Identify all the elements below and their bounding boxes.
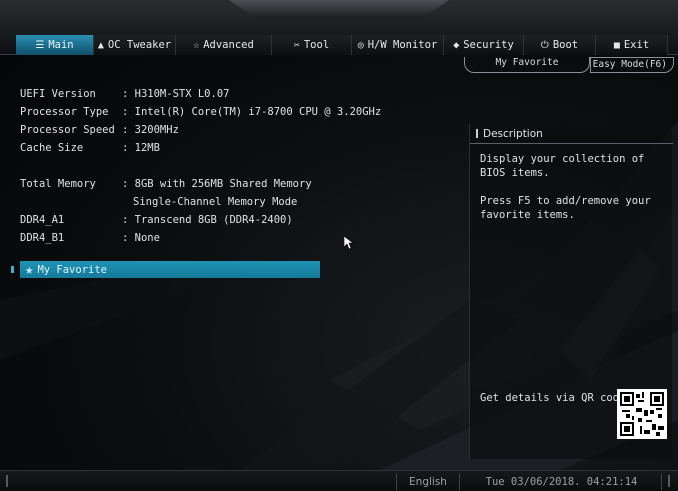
tab-hw-monitor[interactable]: ◎ H/W Monitor — [352, 35, 444, 55]
tab-boot-label: Boot — [552, 39, 579, 51]
power-icon: ⏻ — [540, 39, 549, 51]
tab-security[interactable]: ◆ Security — [444, 35, 524, 55]
status-bar: English Tue 03/06/2018. 04:21:14 — [0, 470, 678, 491]
selection-marker — [11, 266, 14, 273]
cache-size-value: : 12MB — [122, 142, 160, 154]
tab-boot[interactable]: ⏻ Boot — [524, 35, 596, 55]
ddr4-a1-label: DDR4_A1 — [20, 214, 65, 226]
list-icon: ☰ — [35, 39, 45, 51]
processor-speed-label: Processor Speed — [20, 124, 115, 136]
tab-oc-tweaker-label: OC Tweaker — [107, 39, 172, 51]
description-text-1: Display your collection of BIOS items. — [480, 153, 645, 179]
processor-speed-value: : 3200MHz — [122, 124, 179, 136]
description-text-2: Press F5 to add/remove your favorite ite… — [480, 195, 651, 221]
tab-advanced-label: Advanced — [203, 39, 254, 51]
qr-code — [617, 389, 667, 439]
qr-label: Get details via QR code — [480, 392, 626, 404]
top-notch — [229, 0, 449, 18]
monitor-icon: ◎ — [357, 39, 364, 51]
my-favorite-button[interactable]: My Favorite — [464, 57, 590, 73]
tab-advanced[interactable]: ☆ Advanced — [176, 35, 272, 55]
description-body: Display your collection of BIOS items. P… — [480, 152, 670, 236]
exit-icon: ■ — [613, 39, 620, 51]
description-title: Description — [483, 128, 543, 140]
language-selector[interactable]: English — [396, 474, 460, 490]
my-favorite-item[interactable]: ★ My Favorite — [20, 261, 320, 278]
uefi-version-label: UEFI Version — [20, 88, 96, 100]
uefi-version-value: : H310M-STX L0.07 — [122, 88, 230, 100]
tab-main[interactable]: ☰ Main — [16, 35, 94, 55]
cache-size-label: Cache Size — [20, 142, 84, 154]
description-header: Description — [470, 124, 673, 144]
my-favorite-item-label: My Favorite — [37, 263, 107, 276]
star-icon: ★ — [25, 261, 34, 278]
total-memory-value: : 8GB with 256MB Shared Memory — [122, 178, 312, 190]
rocket-icon: ▲ — [97, 39, 104, 51]
header-bar-icon — [476, 129, 478, 138]
mouse-cursor-icon — [343, 235, 354, 253]
tab-security-label: Security — [463, 39, 514, 51]
status-bar-right-cap — [668, 475, 670, 487]
ddr4-b1-label: DDR4_B1 — [20, 232, 65, 244]
processor-type-label: Processor Type — [20, 106, 109, 118]
tab-tool[interactable]: ✂ Tool — [272, 35, 352, 55]
shield-icon: ◆ — [453, 39, 460, 51]
status-bar-left-cap — [6, 475, 8, 487]
description-panel: Description Display your collection of B… — [469, 124, 673, 459]
main-tabs: ☰ Main ▲ OC Tweaker ☆ Advanced ✂ Tool ◎ … — [16, 35, 668, 55]
easy-mode-button[interactable]: Easy Mode(F6) — [590, 57, 674, 73]
total-memory-label: Total Memory — [20, 178, 96, 190]
tab-oc-tweaker[interactable]: ▲ OC Tweaker — [94, 35, 176, 55]
tab-exit-label: Exit — [623, 39, 650, 51]
wrench-icon: ✂ — [293, 39, 300, 51]
ddr4-a1-value: : Transcend 8GB (DDR4-2400) — [122, 214, 293, 226]
tab-main-label: Main — [48, 39, 74, 51]
tab-hw-monitor-label: H/W Monitor — [367, 39, 438, 51]
tab-exit[interactable]: ■ Exit — [596, 35, 668, 55]
processor-type-value: : Intel(R) Core(TM) i7-8700 CPU @ 3.20GH… — [122, 106, 382, 118]
ddr4-b1-value: : None — [122, 232, 160, 244]
datetime-display: Tue 03/06/2018. 04:21:14 — [462, 474, 662, 490]
star-outline-icon: ☆ — [193, 39, 200, 51]
memory-mode-value: Single-Channel Memory Mode — [133, 196, 298, 208]
tab-tool-label: Tool — [303, 39, 330, 51]
